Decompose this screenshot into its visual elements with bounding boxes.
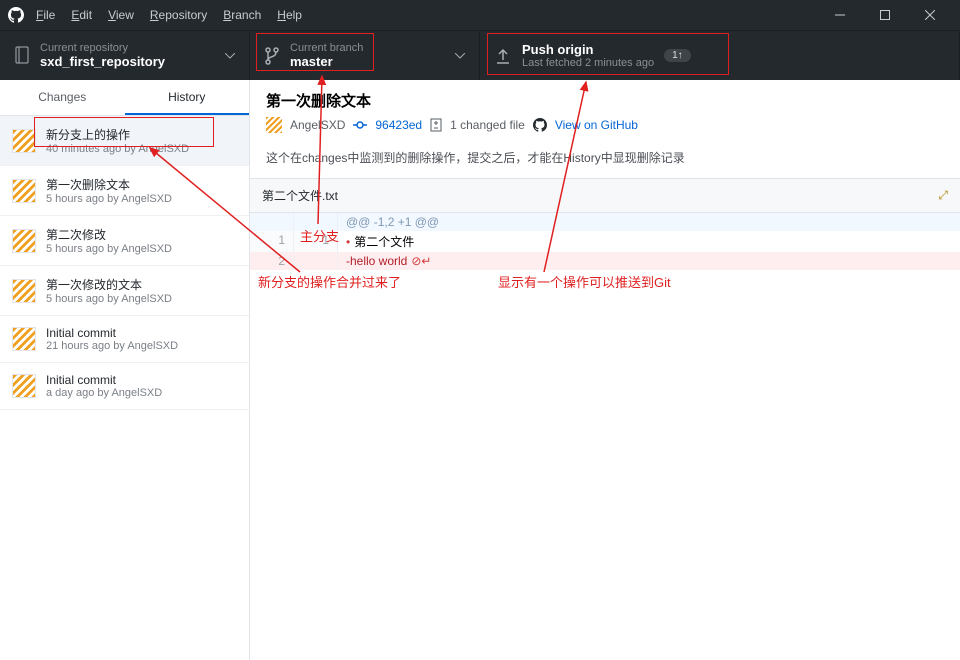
diff-code: 第二个文件 (354, 235, 414, 249)
menu-help[interactable]: Help (277, 8, 302, 22)
commit-item[interactable]: 第二次修改5 hours ago by AngelSXD (0, 216, 249, 266)
avatar (12, 229, 36, 253)
commit-list[interactable]: 新分支上的操作40 minutes ago by AngelSXD 第一次删除文… (0, 116, 249, 660)
push-icon (494, 46, 512, 66)
tab-changes[interactable]: Changes (0, 80, 125, 115)
title-bar: File Edit View Repository Branch Help (0, 0, 960, 30)
avatar (12, 129, 36, 153)
bullet-icon: • (346, 235, 350, 249)
commit-meta: 21 hours ago by AngelSXD (46, 340, 178, 352)
commit-meta-row: AngelSXD 96423ed 1 changed file View on … (266, 117, 944, 133)
commit-title: 新分支上的操作 (46, 126, 189, 143)
content-pane: 第一次删除文本 AngelSXD 96423ed 1 changed file … (250, 80, 960, 660)
diff-icon (430, 118, 442, 132)
commit-title: Initial commit (46, 373, 162, 387)
file-header[interactable]: 第二个文件.txt ⤢ (250, 179, 960, 213)
repo-name: sxd_first_repository (40, 54, 165, 69)
current-repository-selector[interactable]: Current repository sxd_first_repository (0, 31, 250, 80)
repo-icon (14, 46, 30, 66)
commit-title: Initial commit (46, 326, 178, 340)
commit-header: 第一次删除文本 AngelSXD 96423ed 1 changed file … (250, 80, 960, 141)
commit-icon (353, 120, 367, 130)
commit-meta: 5 hours ago by AngelSXD (46, 193, 172, 205)
github-logo-icon (8, 7, 24, 23)
menu-file[interactable]: File (36, 8, 55, 22)
commit-title: 第一次修改的文本 (46, 276, 172, 293)
commit-description: 这个在changes中监测到的删除操作，提交之后，才能在History中显现删除… (250, 141, 960, 179)
sidebar-tabs: Changes History (0, 80, 249, 116)
current-branch-selector[interactable]: Current branch master (250, 31, 480, 80)
commit-view-title: 第一次删除文本 (266, 90, 944, 111)
push-sub: Last fetched 2 minutes ago (522, 57, 654, 69)
expand-icon[interactable]: ⤢ (938, 188, 948, 203)
chevron-down-icon (225, 53, 235, 59)
close-button[interactable] (907, 0, 952, 30)
line-num-old: 2 (250, 252, 294, 270)
commit-author: AngelSXD (290, 118, 345, 132)
branch-name: master (290, 54, 363, 69)
avatar (12, 179, 36, 203)
commit-title: 第二次修改 (46, 226, 172, 243)
diff-view: @@ -1,2 +1 @@ 1 1 • 第二个文件 2 -hello world ⊘… (250, 213, 960, 270)
github-icon (533, 118, 547, 132)
menu-bar: File Edit View Repository Branch Help (36, 8, 817, 22)
line-num-new: 1 (294, 231, 338, 252)
diff-line-deleted: 2 -hello world ⊘↵ (250, 252, 960, 270)
menu-view[interactable]: View (108, 8, 134, 22)
avatar (12, 279, 36, 303)
diff-code: -hello world (346, 254, 407, 268)
avatar (12, 374, 36, 398)
commit-meta: a day ago by AngelSXD (46, 387, 162, 399)
commit-item[interactable]: Initial commit21 hours ago by AngelSXD (0, 316, 249, 363)
filename: 第二个文件.txt (262, 187, 338, 204)
diff-line: 1 1 • 第二个文件 (250, 231, 960, 252)
top-toolbar: Current repository sxd_first_repository … (0, 30, 960, 80)
commit-item[interactable]: 第一次修改的文本5 hours ago by AngelSXD (0, 266, 249, 316)
main-area: Changes History 新分支上的操作40 minutes ago by… (0, 80, 960, 660)
avatar (266, 117, 282, 133)
commit-item[interactable]: Initial commita day ago by AngelSXD (0, 363, 249, 410)
commit-meta: 5 hours ago by AngelSXD (46, 293, 172, 305)
push-origin-button[interactable]: Push origin Last fetched 2 minutes ago 1… (480, 31, 960, 80)
menu-edit[interactable]: Edit (71, 8, 92, 22)
commit-meta: 40 minutes ago by AngelSXD (46, 143, 189, 155)
tab-history[interactable]: History (125, 80, 250, 115)
push-badge: 1↑ (664, 49, 691, 62)
branch-label: Current branch (290, 42, 363, 54)
line-num-old: 1 (250, 231, 294, 252)
commit-meta: 5 hours ago by AngelSXD (46, 243, 172, 255)
hunk-header: @@ -1,2 +1 @@ (338, 213, 960, 231)
diff-hunk: @@ -1,2 +1 @@ (250, 213, 960, 231)
sidebar: Changes History 新分支上的操作40 minutes ago by… (0, 80, 250, 660)
no-newline-icon: ⊘↵ (411, 254, 431, 268)
commit-sha-link[interactable]: 96423ed (375, 118, 422, 132)
avatar (12, 327, 36, 351)
minimize-button[interactable] (817, 0, 862, 30)
push-label: Push origin (522, 42, 654, 57)
branch-icon (264, 46, 280, 66)
commit-title: 第一次删除文本 (46, 176, 172, 193)
chevron-down-icon (455, 53, 465, 59)
menu-branch[interactable]: Branch (223, 8, 261, 22)
commit-item[interactable]: 新分支上的操作40 minutes ago by AngelSXD (0, 116, 249, 166)
window-controls (817, 0, 952, 30)
repo-label: Current repository (40, 42, 165, 54)
changed-files: 1 changed file (450, 118, 525, 132)
maximize-button[interactable] (862, 0, 907, 30)
menu-repository[interactable]: Repository (150, 8, 207, 22)
commit-item[interactable]: 第一次删除文本5 hours ago by AngelSXD (0, 166, 249, 216)
view-on-github-link[interactable]: View on GitHub (555, 118, 638, 132)
